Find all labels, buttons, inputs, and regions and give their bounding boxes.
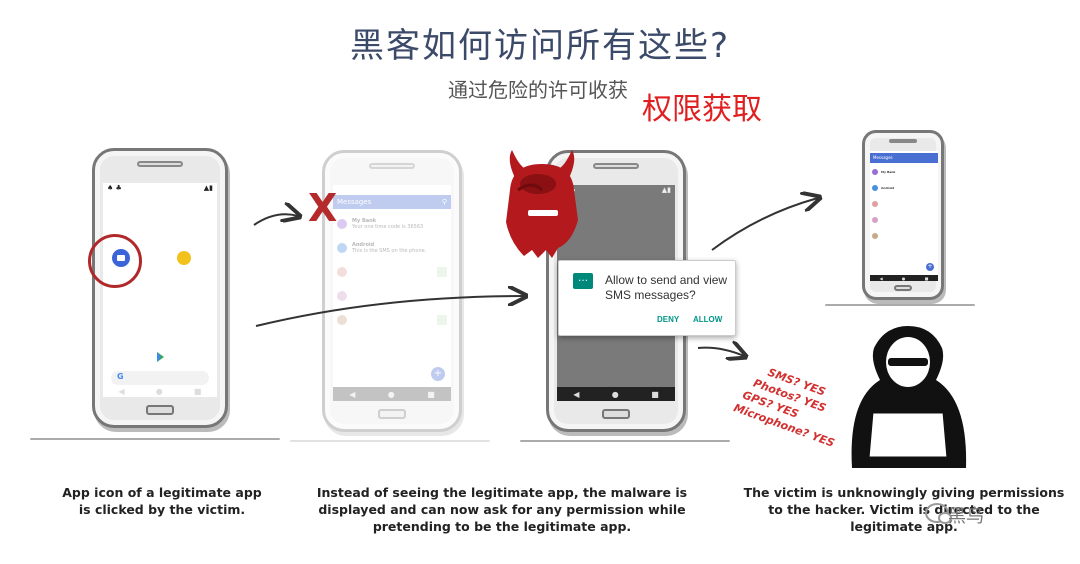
back-icon[interactable]: ◀ (573, 390, 579, 399)
messages-screen: Messages My Bank Android + ◀ ● ■ (870, 151, 938, 281)
home-icon[interactable]: ● (156, 387, 163, 396)
allow-button[interactable]: ALLOW (693, 315, 722, 324)
wechat-icon (925, 503, 952, 524)
message-preview: Your one time code is 36563 (352, 224, 424, 230)
avatar (872, 233, 878, 239)
phone-home-button (378, 409, 406, 419)
search-icon: G (117, 372, 124, 381)
messages-title: Messages (873, 155, 893, 160)
avatar (872, 169, 878, 175)
phone-speaker (889, 139, 917, 143)
status-icons-right: ▲▮ (203, 184, 213, 192)
status-icons-left: ♠ ♣ (107, 184, 122, 192)
avatar (337, 291, 347, 301)
list-item[interactable]: Android This is the SMS on the phone. (333, 237, 451, 259)
caption-step2: Instead of seeing the legitimate app, th… (316, 485, 688, 534)
permission-list: SMS? YES Photos? YES GPS? YES Microphone… (731, 358, 851, 451)
arrow-icon (253, 214, 298, 226)
home-icon[interactable]: ● (902, 276, 906, 281)
phone-speaker (593, 163, 639, 169)
messages-screen: Messages ⚲ My Bank Your one time code is … (333, 185, 451, 401)
status-bar: ♠ ♣ ▲▮ (103, 183, 217, 193)
compose-button[interactable]: + (926, 263, 934, 271)
list-item[interactable] (333, 285, 451, 307)
ground-line (825, 304, 975, 306)
list-item[interactable]: My Bank (870, 165, 938, 179)
list-item[interactable]: Android (870, 181, 938, 195)
weather-app-icon[interactable] (177, 251, 191, 265)
recents-icon[interactable]: ■ (651, 390, 659, 399)
phone-speaker (137, 161, 183, 167)
watermark-text: 黑鸟 (948, 506, 984, 527)
recents-icon[interactable]: ■ (194, 387, 202, 396)
list-item[interactable] (870, 229, 938, 243)
page-subtitle: 通过危险的许可收获 (448, 78, 628, 102)
dialog-text: Allow to send and view SMS messages? (605, 273, 728, 302)
phone-home-screen: ♠ ♣ ▲▮ G ◀ ● ■ (92, 148, 228, 428)
ground-line (30, 438, 280, 440)
message-thumbnail (437, 315, 447, 325)
google-search-bar[interactable]: G (111, 371, 209, 385)
caption-step1: App icon of a legitimate app is clicked … (62, 485, 262, 517)
avatar (337, 315, 347, 325)
phone-home-button (894, 285, 912, 291)
highlight-circle (88, 234, 142, 288)
play-store-icon[interactable] (152, 349, 168, 365)
back-icon[interactable]: ◀ (119, 387, 125, 396)
list-item[interactable] (870, 197, 938, 211)
ground-line (520, 440, 730, 442)
avatar (872, 201, 878, 207)
back-icon[interactable]: ◀ (349, 390, 355, 399)
avatar (872, 185, 878, 191)
cross-mark: X (308, 186, 338, 230)
nav-bar: ◀ ● ■ (557, 387, 675, 401)
highlight-label: 权限获取 (642, 92, 762, 127)
message-dialog-icon: … (573, 273, 593, 289)
home-icon[interactable]: ● (388, 390, 395, 399)
recents-icon[interactable]: ■ (427, 390, 435, 399)
deny-button[interactable]: DENY (657, 315, 679, 324)
avatar (872, 217, 878, 223)
hacker-figure (851, 326, 967, 468)
messages-header: Messages (870, 153, 938, 163)
phone-home-button (146, 405, 174, 415)
caption-step3: The victim is unknowingly giving permiss… (743, 485, 1065, 534)
permission-dialog: … Allow to send and view SMS messages? D… (558, 260, 736, 336)
compose-button[interactable]: + (431, 367, 445, 381)
phone-legitimate-app: Messages My Bank Android + ◀ ● ■ (862, 130, 944, 300)
message-thumbnail (437, 267, 447, 277)
list-item[interactable] (333, 261, 451, 283)
ground-line (290, 440, 490, 442)
arrow-icon (697, 348, 744, 356)
messages-title: Messages (337, 198, 372, 206)
back-icon[interactable]: ◀ (880, 276, 883, 281)
nav-bar: ◀ ● ■ (333, 387, 451, 401)
avatar (337, 243, 347, 253)
page-title: 黑客如何访问所有这些? (349, 26, 731, 66)
home-icon[interactable]: ● (612, 390, 619, 399)
list-item[interactable] (333, 309, 451, 331)
recents-icon[interactable]: ■ (925, 276, 929, 281)
sender-name: Android (881, 186, 895, 190)
phone-speaker (369, 163, 415, 169)
list-item[interactable]: My Bank Your one time code is 36563 (333, 213, 451, 235)
nav-bar: ◀ ● ■ (870, 275, 938, 281)
home-screen: ♠ ♣ ▲▮ G ◀ ● ■ (103, 183, 217, 397)
messages-header: Messages ⚲ (333, 195, 451, 209)
phone-messages-faded: Messages ⚲ My Bank Your one time code is … (322, 150, 462, 432)
arrow-icon (711, 198, 818, 251)
sender-name: My Bank (881, 170, 896, 174)
avatar (337, 219, 347, 229)
avatar (337, 267, 347, 277)
status-icons-right: ▲▮ (661, 186, 671, 194)
message-preview: This is the SMS on the phone. (352, 248, 427, 254)
search-icon[interactable]: ⚲ (442, 198, 447, 206)
laptop-icon (860, 410, 956, 466)
phone-home-button (602, 409, 630, 419)
nav-bar: ◀ ● ■ (103, 386, 217, 396)
devil-monster-icon (506, 150, 578, 258)
list-item[interactable] (870, 213, 938, 227)
